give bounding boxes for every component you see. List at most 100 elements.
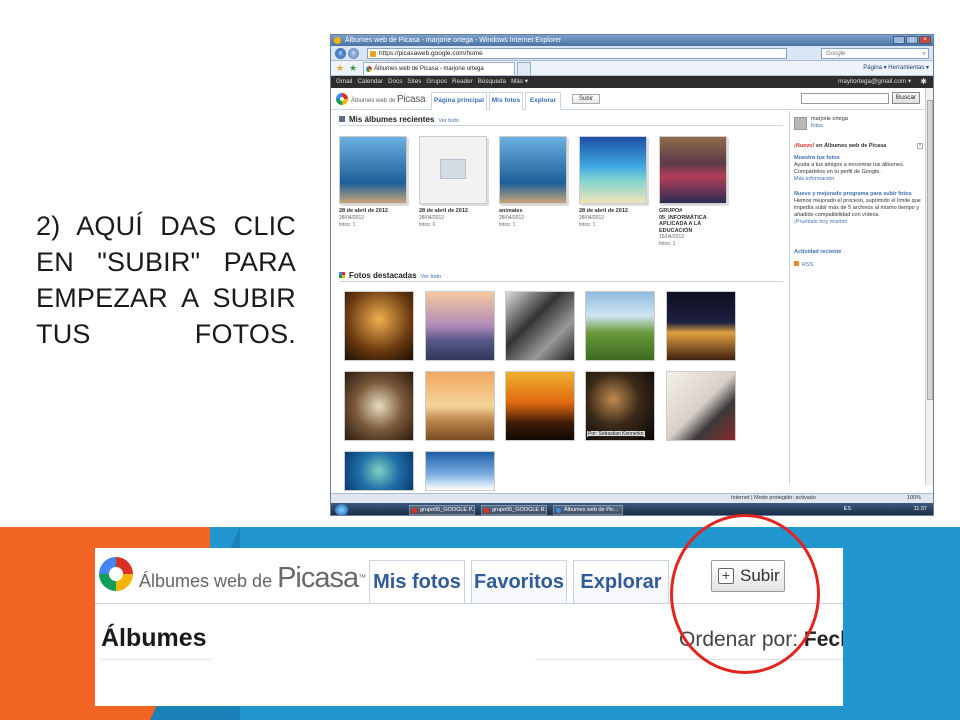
- album-title[interactable]: GRUPO# 05_INFORMÁTICA APLICADA A LA EDUC…: [659, 208, 729, 234]
- window-title: Álbumes web de Picasa - marjorie ortega …: [345, 37, 562, 44]
- muestra-link[interactable]: Muestra tus fotos: [794, 155, 922, 162]
- mas-info-link[interactable]: Más información: [794, 176, 922, 183]
- album-thumbnail[interactable]: [579, 136, 647, 204]
- zoom-level[interactable]: 100%: [907, 494, 921, 503]
- featured-photo[interactable]: [505, 371, 575, 441]
- ver-todo-link[interactable]: Ver todo: [421, 274, 442, 280]
- album-card[interactable]: 28 de abril de 2012 28/04/2012 fotos: 1: [339, 136, 409, 229]
- vertical-scrollbar[interactable]: [925, 88, 933, 485]
- album-icon: [339, 116, 345, 122]
- pruebalo-link[interactable]: ¡Pruébalo hoy mismo!: [794, 219, 922, 226]
- subir-button[interactable]: Subir: [572, 94, 600, 104]
- featured-photo[interactable]: [344, 451, 414, 491]
- search-icon[interactable]: ⌕: [923, 49, 926, 59]
- new-tab-button[interactable]: [517, 62, 531, 75]
- picasa-logo-icon: [99, 557, 133, 591]
- album-thumbnail[interactable]: [339, 136, 407, 204]
- user-fotos-link[interactable]: fotos: [811, 123, 848, 130]
- album-thumbnail[interactable]: [499, 136, 567, 204]
- photo-credit-link[interactable]: Por: Sebastian Kennerkn: [587, 431, 645, 437]
- scrollbar-thumb[interactable]: [927, 100, 933, 400]
- featured-photo[interactable]: Por: Sebastian Kennerkn: [585, 371, 655, 441]
- featured-photo[interactable]: [344, 371, 414, 441]
- rss-row: RSS: [794, 261, 922, 269]
- status-bar: Internet | Modo protegido: activado 100%: [331, 493, 933, 503]
- brand-big: Picasa: [397, 94, 426, 105]
- avatar[interactable]: [794, 117, 807, 130]
- album-count: fotos: 0: [419, 221, 436, 228]
- featured-photo[interactable]: [425, 371, 495, 441]
- close-button[interactable]: ×: [919, 36, 931, 44]
- album-count: fotos: 1: [579, 221, 596, 228]
- album-card[interactable]: animales 28/04/2012 fotos: 1: [499, 136, 569, 229]
- ver-todo-link[interactable]: Ver todo: [438, 118, 459, 124]
- user-info: marjorie ortega fotos: [811, 116, 848, 130]
- uploader-link[interactable]: Nuevo y mejorado programa para subir fot…: [794, 191, 922, 198]
- favorites-star-icon[interactable]: ★: [336, 63, 344, 74]
- album-card[interactable]: 28 de abril de 2012 28/04/2012 fotos: 0: [419, 136, 489, 229]
- back-arrow-icon[interactable]: ‹: [335, 48, 346, 59]
- start-button[interactable]: [335, 504, 348, 515]
- news-block: ¡Nuevo! en Álbumes web de Picasa: [794, 143, 922, 150]
- google-bar-link[interactable]: Calendar: [357, 78, 383, 85]
- tab-favoritos[interactable]: Favoritos: [471, 560, 567, 604]
- google-bar-links: Gmail Calendar Docs Sites Grupos Reader Búsque…: [336, 76, 533, 88]
- featured-photo[interactable]: [425, 451, 495, 491]
- album-card[interactable]: 28 de abril de 2012 28/04/2012 fotos: 1: [579, 136, 649, 229]
- buscar-button[interactable]: Buscar: [892, 92, 920, 104]
- featured-photo[interactable]: [344, 291, 414, 361]
- ie-command-bar[interactable]: Página ▾ Herramientas ▾: [863, 63, 929, 74]
- taskbar-item[interactable]: Álbumes web de Pic...: [553, 505, 623, 515]
- favorites-bar: ★ ★ Álbumes web de Picasa - marjorie ort…: [331, 61, 933, 76]
- album-card[interactable]: GRUPO# 05_INFORMÁTICA APLICADA A LA EDUC…: [659, 136, 729, 248]
- add-favorites-icon[interactable]: ★: [349, 63, 357, 74]
- google-bar-link[interactable]: Docs: [388, 78, 402, 85]
- browser-tab[interactable]: Álbumes web de Picasa - marjorie ortega: [363, 62, 515, 75]
- language-indicator[interactable]: ES: [844, 506, 851, 512]
- section-divider: [339, 281, 783, 282]
- album-date: 28/04/2012: [579, 214, 605, 221]
- maximize-button[interactable]: □: [906, 36, 918, 44]
- featured-heading: Fotos destacadas Ver todo: [339, 271, 441, 280]
- account-menu[interactable]: mayitortega@gmail.com ▾: [838, 76, 911, 88]
- gear-icon[interactable]: ✱: [920, 76, 927, 88]
- tab-explorar[interactable]: Explorar: [573, 560, 669, 604]
- album-thumbnail[interactable]: [659, 136, 727, 204]
- url-field[interactable]: https://picasaweb.google.com/home: [367, 48, 787, 59]
- tab-mis-fotos[interactable]: Mis fotos: [369, 560, 465, 604]
- forward-arrow-icon[interactable]: ›: [348, 48, 359, 59]
- google-bar-link[interactable]: Más ▾: [511, 78, 528, 85]
- tab-mis-fotos[interactable]: Mis fotos: [489, 92, 523, 110]
- google-bar-link[interactable]: Grupos: [426, 78, 447, 85]
- featured-photo[interactable]: [666, 371, 736, 441]
- featured-photo[interactable]: [666, 291, 736, 361]
- instruction-caption: 2) AQUÍ DAS CLIC EN "SUBIR" PARA EMPEZAR…: [36, 208, 296, 352]
- tab-explorar[interactable]: Explorar: [525, 92, 561, 110]
- title-bar: Álbumes web de Picasa - marjorie ortega …: [331, 35, 933, 46]
- taskbar-item[interactable]: grupo05_GOOGLE R...: [481, 505, 547, 515]
- google-bar-link[interactable]: Búsqueda: [478, 78, 506, 85]
- search-placeholder: Google: [826, 51, 846, 57]
- tab-pagina-principal[interactable]: Página principal: [431, 92, 487, 110]
- google-bar-link[interactable]: Sites: [407, 78, 421, 85]
- url-text: https://picasaweb.google.com/home: [379, 50, 483, 57]
- minimize-button[interactable]: _: [893, 36, 905, 44]
- actividad-heading[interactable]: Actividad reciente: [794, 249, 922, 256]
- browser-search-field[interactable]: Google ⌕: [821, 48, 929, 59]
- featured-photo[interactable]: [505, 291, 575, 361]
- google-bar: Gmail Calendar Docs Sites Grupos Reader Búsque…: [331, 76, 933, 88]
- featured-photo[interactable]: [425, 291, 495, 361]
- address-bar: ‹ › https://picasaweb.google.com/home Go…: [331, 46, 933, 61]
- muestra-block: Muestra tus fotos Ayuda a tus amigos a e…: [794, 155, 922, 183]
- google-bar-link[interactable]: Reader: [452, 78, 473, 85]
- rss-icon: [794, 261, 799, 266]
- featured-photo[interactable]: [585, 291, 655, 361]
- picasa-brand: Álbumes web de Picasa: [351, 94, 426, 105]
- album-date: 28/04/2012: [339, 214, 365, 221]
- rss-link[interactable]: RSS: [802, 262, 813, 268]
- picasa-search-input[interactable]: [801, 93, 889, 104]
- taskbar-item[interactable]: grupo05_GOOGLE P...: [409, 505, 475, 515]
- protected-mode-status: Internet | Modo protegido: activado: [731, 495, 816, 501]
- album-thumbnail[interactable]: [419, 136, 487, 204]
- google-bar-link[interactable]: Gmail: [336, 78, 352, 85]
